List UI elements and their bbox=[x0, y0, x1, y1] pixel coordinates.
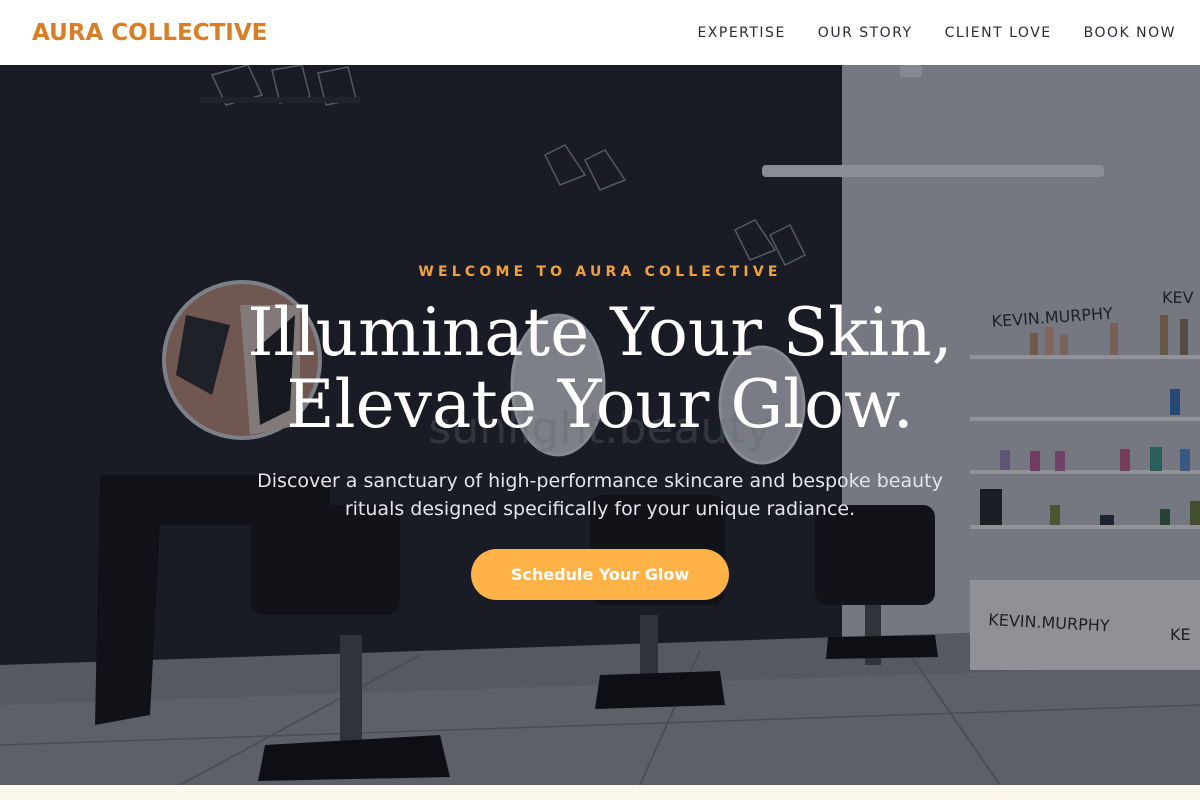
nav-link-book-now[interactable]: BOOK NOW bbox=[1084, 25, 1176, 41]
hero-subtitle: Discover a sanctuary of high-performance… bbox=[257, 470, 943, 520]
hero-headline-line1: Illuminate Your Skin, bbox=[247, 294, 953, 371]
top-navbar: AURA COLLECTIVE EXPERTISE OUR STORY CLIE… bbox=[0, 0, 1200, 65]
hero-eyebrow: WELCOME TO AURA COLLECTIVE bbox=[418, 264, 782, 280]
hero-headline-line2: Elevate Your Glow. bbox=[286, 366, 914, 443]
main-nav: EXPERTISE OUR STORY CLIENT LOVE BOOK NOW bbox=[697, 25, 1176, 41]
nav-link-our-story[interactable]: OUR STORY bbox=[818, 25, 913, 41]
brand-logo[interactable]: AURA COLLECTIVE bbox=[32, 20, 267, 46]
schedule-glow-button[interactable]: Schedule Your Glow bbox=[471, 549, 729, 600]
nav-link-client-love[interactable]: CLIENT LOVE bbox=[945, 25, 1052, 41]
nav-link-expertise[interactable]: EXPERTISE bbox=[697, 25, 785, 41]
next-section-edge bbox=[0, 785, 1200, 800]
hero-section: sunlight.beauty KEVIN.MURPHY KEV KEVIN.M… bbox=[0, 65, 1200, 785]
hero-content: WELCOME TO AURA COLLECTIVE Illuminate Yo… bbox=[0, 65, 1200, 785]
hero-headline: Illuminate Your Skin, Elevate Your Glow. bbox=[0, 297, 1200, 441]
